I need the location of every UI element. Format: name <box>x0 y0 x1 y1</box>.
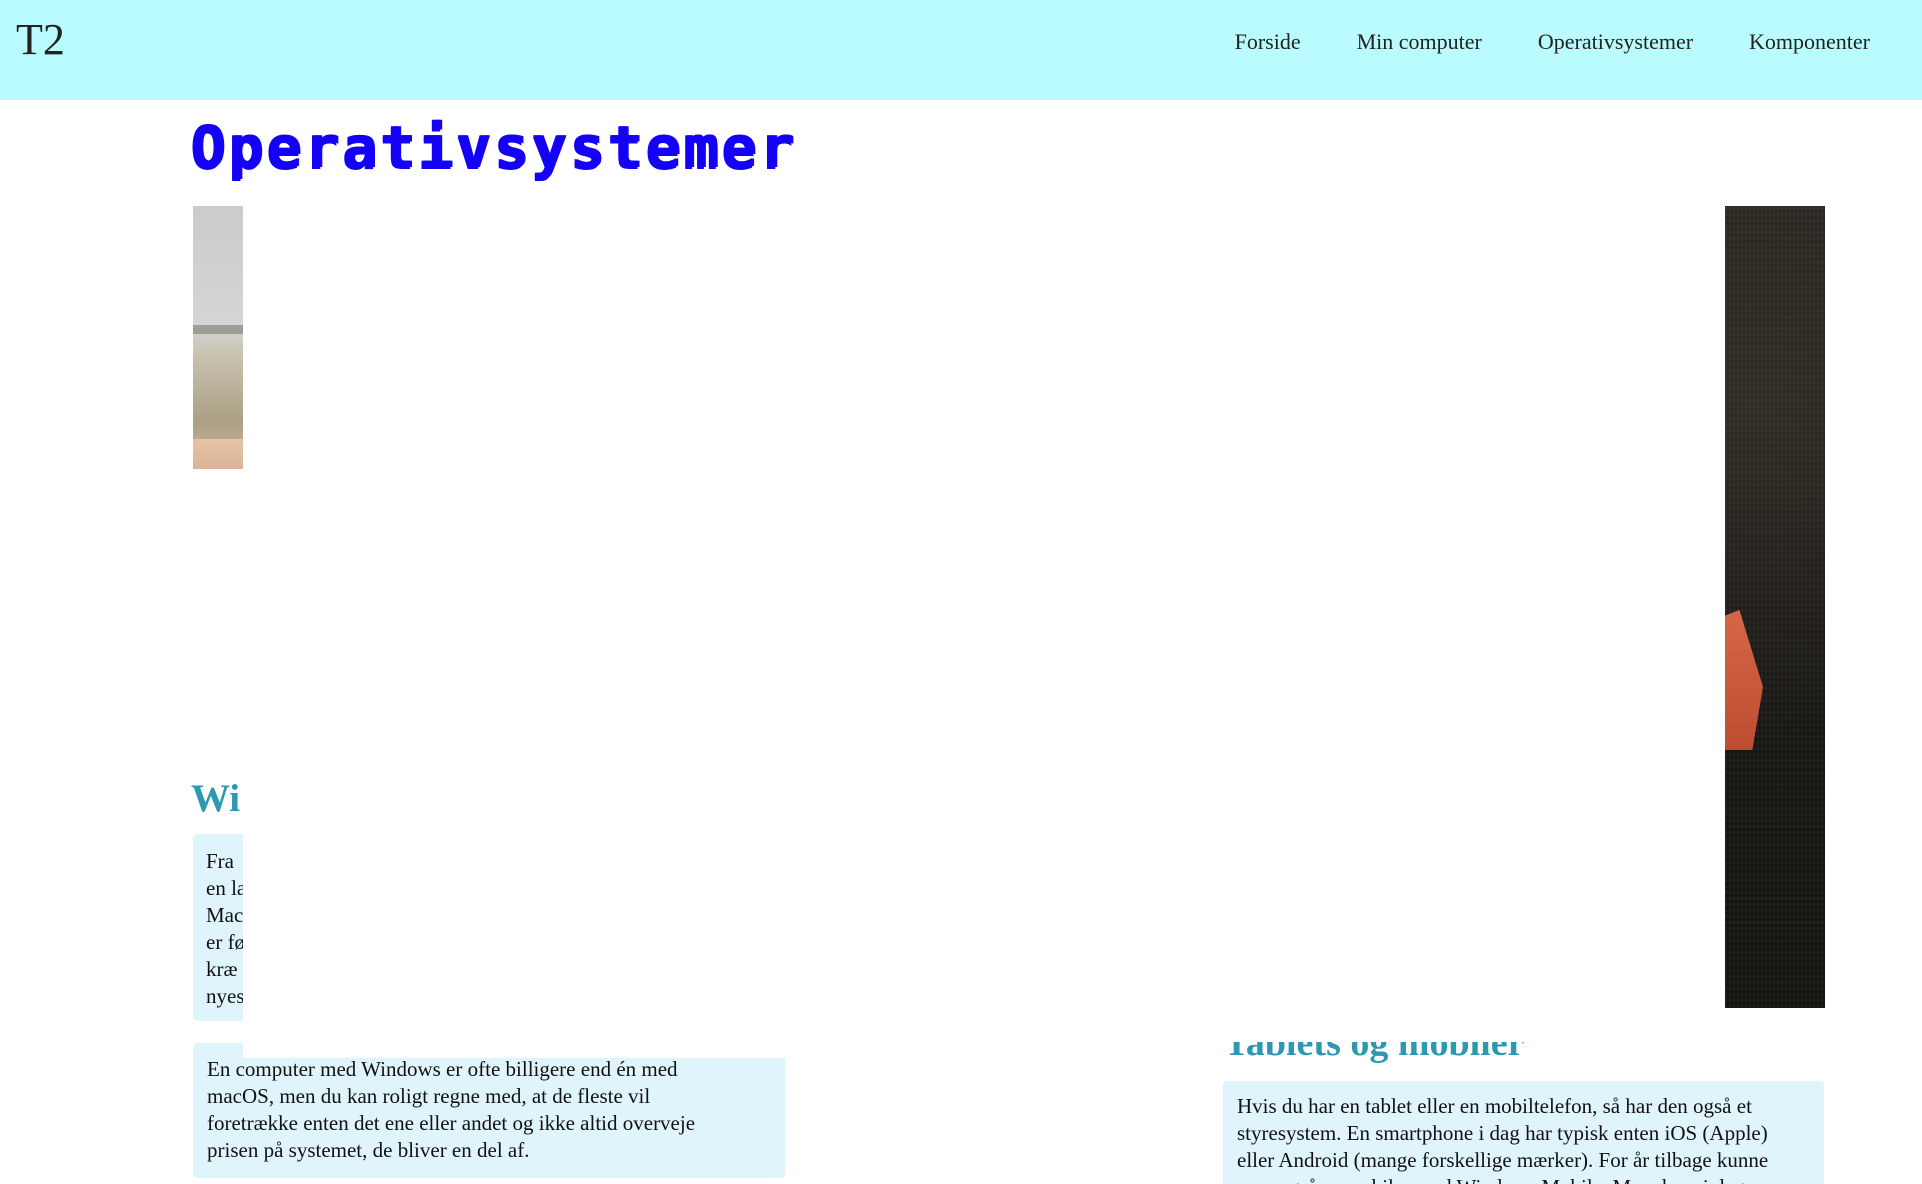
left-section-heading: Wi <box>191 779 241 818</box>
page-title: Operativsystemer <box>190 113 797 181</box>
right-heading-mask: Tablets og mobiler <box>1224 1042 1526 1065</box>
nav-min-computer[interactable]: Min computer <box>1357 31 1482 53</box>
right-info-card: Hvis du har en tablet eller en mobiltele… <box>1223 1081 1824 1184</box>
nav-forside[interactable]: Forside <box>1235 31 1301 53</box>
page: T2 Forside Min computer Operativsystemer… <box>0 0 1922 1184</box>
blank-overlay-panel <box>243 206 1724 1058</box>
left-photo-strip <box>193 206 243 469</box>
left-info-card: En computer med Windows er ofte billiger… <box>193 1043 785 1178</box>
nav-komponenter[interactable]: Komponenter <box>1749 31 1870 53</box>
left-cropped-paragraph: Fra en la Mac er fø kræ nyes <box>206 849 243 1008</box>
nav-operativsystemer[interactable]: Operativsystemer <box>1538 31 1693 53</box>
right-section-heading: Tablets og mobiler <box>1224 1042 1525 1064</box>
left-photo-band <box>193 325 243 334</box>
site-brand[interactable]: T2 <box>16 18 65 62</box>
left-photo-floor <box>193 439 243 469</box>
right-photo-sheen <box>1725 206 1825 1008</box>
right-photo-strip <box>1725 206 1825 1008</box>
top-navigation-bar: T2 Forside Min computer Operativsystemer… <box>0 0 1922 100</box>
left-cropped-card: Fra en la Mac er fø kræ nyes <box>193 834 243 1021</box>
main-navigation: Forside Min computer Operativsystemer Ko… <box>1235 31 1870 53</box>
